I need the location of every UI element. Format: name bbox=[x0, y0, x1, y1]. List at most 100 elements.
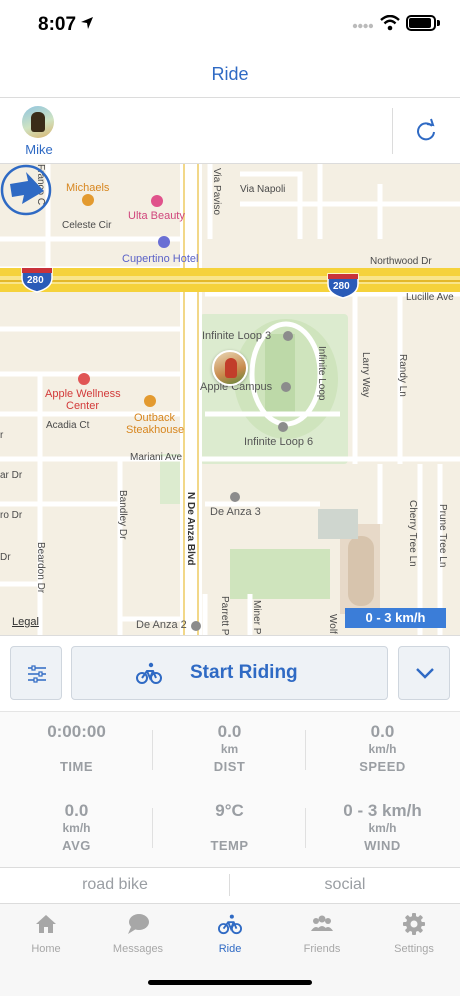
gear-icon bbox=[403, 913, 425, 935]
stat-value: 0:00:00 bbox=[47, 722, 106, 741]
street-via-napoli: Via Napoli bbox=[240, 184, 286, 195]
street-edge-ar: ar Dr bbox=[0, 470, 23, 481]
street-celeste: Celeste Cir bbox=[62, 220, 112, 231]
home-indicator bbox=[148, 980, 312, 985]
stat-label: TEMP bbox=[210, 838, 249, 853]
ride-stats-panel: 0:00:00 TIME 0.0 km DIST 0.0 km/h SPEED … bbox=[0, 712, 460, 868]
map-shield-280-left: 280 bbox=[27, 275, 44, 286]
poi-michaels[interactable]: Michaels bbox=[66, 182, 109, 194]
map-shield-280-right: 280 bbox=[333, 281, 350, 292]
stat-unit: km bbox=[220, 742, 239, 756]
poi-infinite-loop-3[interactable]: Infinite Loop 3 bbox=[202, 330, 271, 342]
expand-panel-button[interactable] bbox=[398, 646, 450, 700]
street-n-de-anza: N De Anza Blvd bbox=[185, 492, 196, 566]
tab-label: Messages bbox=[112, 943, 164, 955]
ride-tags-bar: road bike social bbox=[0, 868, 460, 904]
stat-value: 0.0 bbox=[370, 722, 395, 741]
street-miner: Miner P bbox=[251, 600, 262, 635]
tab-settings[interactable]: Settings bbox=[368, 912, 460, 955]
stat-unit: km/h bbox=[368, 742, 397, 756]
stat-unit bbox=[0, 742, 153, 756]
people-icon bbox=[311, 915, 333, 931]
sliders-icon bbox=[28, 665, 46, 683]
status-time: 8:07 bbox=[38, 14, 77, 35]
tab-home[interactable]: Home bbox=[0, 912, 92, 955]
street-mariani: Mariani Ave bbox=[130, 452, 183, 463]
ride-settings-button[interactable] bbox=[10, 646, 62, 700]
stat-value: 0 - 3 km/h bbox=[343, 801, 422, 820]
tab-friends[interactable]: Friends bbox=[276, 912, 368, 955]
battery-tip bbox=[437, 20, 440, 26]
avatar-rider-silhouette bbox=[31, 112, 45, 132]
start-riding-label: Start Riding bbox=[190, 662, 298, 683]
stat-time: 0:00:00 TIME bbox=[0, 722, 153, 774]
stat-unit: km/h bbox=[62, 821, 91, 835]
street-cherry-tree: Cherry Tree Ln bbox=[407, 500, 418, 567]
ride-controls: Start Riding bbox=[0, 636, 460, 712]
tab-label: Home bbox=[31, 943, 61, 955]
map-avatar-rider bbox=[225, 358, 237, 378]
map-user-location-avatar[interactable] bbox=[212, 350, 248, 386]
street-acadia: Acadia Ct bbox=[46, 420, 90, 431]
start-riding-button[interactable]: Start Riding bbox=[71, 646, 388, 700]
street-wolf: Wolf C bbox=[327, 614, 338, 636]
ride-screen: 8:07 Ride Mike 280 280 Michaels Ulta Bea… bbox=[0, 0, 460, 996]
bicycle-icon bbox=[136, 662, 162, 684]
stat-value: 0.0 bbox=[64, 801, 89, 820]
stat-label: WIND bbox=[364, 838, 401, 853]
page-title: Ride bbox=[211, 64, 249, 84]
nav-bar: Ride bbox=[0, 50, 460, 98]
street-infinite-loop: Infinite Loop bbox=[316, 346, 327, 401]
poi-outback-line1[interactable]: Outback bbox=[134, 412, 175, 424]
street-edge-dr: Dr bbox=[0, 552, 11, 563]
stat-label: DIST bbox=[213, 759, 246, 774]
poi-outback-line2[interactable]: Steakhouse bbox=[126, 424, 184, 436]
street-lucille: Lucille Ave bbox=[406, 292, 454, 303]
map-view[interactable]: 280 280 Michaels Ulta Beauty Cupertino H… bbox=[0, 164, 460, 636]
stat-temperature: 9°C TEMP bbox=[153, 801, 306, 853]
battery-icon bbox=[406, 15, 436, 31]
chevron-down-icon bbox=[416, 668, 434, 679]
avatar[interactable] bbox=[22, 106, 54, 138]
location-arrow-icon bbox=[81, 17, 93, 29]
tab-ride[interactable]: Ride bbox=[184, 912, 276, 955]
poi-cupertino-hotel[interactable]: Cupertino Hotel bbox=[122, 253, 198, 265]
tab-label: Friends bbox=[303, 943, 341, 955]
street-edge-r: r bbox=[0, 430, 4, 441]
stat-distance: 0.0 km DIST bbox=[153, 722, 306, 774]
bike-type-tag[interactable]: road bike bbox=[0, 876, 230, 894]
wind-direction-arrow-icon bbox=[0, 164, 52, 216]
street-beardon: Beardon Dr bbox=[35, 542, 46, 594]
ride-type-tag[interactable]: social bbox=[230, 876, 460, 894]
stat-unit: km/h bbox=[368, 821, 397, 835]
refresh-icon[interactable] bbox=[414, 118, 438, 142]
user-name[interactable]: Mike bbox=[22, 142, 56, 157]
poi-ulta[interactable]: Ulta Beauty bbox=[128, 210, 185, 222]
bicycle-icon bbox=[218, 914, 242, 935]
poi-de-anza-2[interactable]: De Anza 2 bbox=[136, 619, 187, 631]
street-edge-ro: ro Dr bbox=[0, 510, 23, 521]
stat-label: AVG bbox=[62, 838, 91, 853]
wind-speed-badge: 0 - 3 km/h bbox=[345, 608, 446, 628]
street-bandley: Bandley Dr bbox=[117, 490, 128, 540]
street-prune-tree: Prune Tree Ln bbox=[437, 504, 448, 568]
poi-apple-wellness-line2[interactable]: Center bbox=[66, 400, 99, 412]
chat-bubble-icon bbox=[128, 914, 149, 934]
house-icon bbox=[36, 915, 56, 933]
stat-wind: 0 - 3 km/h km/h WIND bbox=[306, 801, 459, 853]
wifi-icon bbox=[380, 15, 400, 31]
poi-apple-wellness-line1[interactable]: Apple Wellness bbox=[45, 388, 121, 400]
street-northwood: Northwood Dr bbox=[370, 256, 432, 267]
poi-infinite-loop-6[interactable]: Infinite Loop 6 bbox=[244, 436, 313, 448]
poi-de-anza-3[interactable]: De Anza 3 bbox=[210, 506, 261, 518]
map-legal-link[interactable]: Legal bbox=[12, 616, 39, 628]
stat-label: TIME bbox=[59, 759, 94, 774]
stat-value: 9°C bbox=[215, 801, 244, 820]
street-larry-way: Larry Way bbox=[360, 352, 371, 398]
street-randy: Randy Ln bbox=[397, 354, 408, 397]
tab-messages[interactable]: Messages bbox=[92, 912, 184, 955]
signal-dots-icon bbox=[352, 23, 374, 29]
stat-average: 0.0 km/h AVG bbox=[0, 801, 153, 853]
tab-label: Settings bbox=[394, 943, 434, 955]
tab-label: Ride bbox=[218, 943, 242, 955]
